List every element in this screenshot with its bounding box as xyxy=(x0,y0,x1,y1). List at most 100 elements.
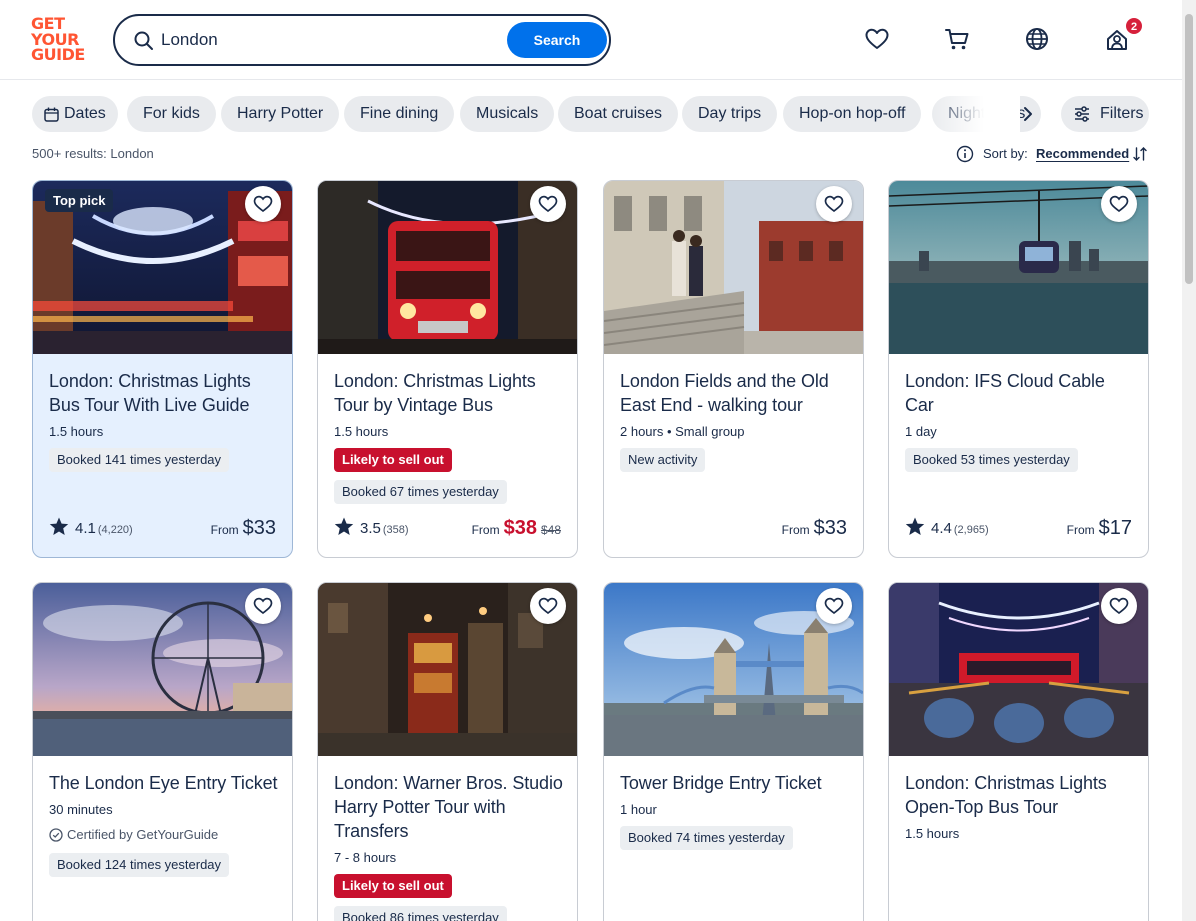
card-title[interactable]: The London Eye Entry Ticket xyxy=(49,771,279,795)
top-pick-badge: Top pick xyxy=(45,189,114,212)
chip-day-trips[interactable]: Day trips xyxy=(682,96,778,132)
chip-dates-label: Dates xyxy=(64,105,106,122)
notification-badge: 2 xyxy=(1125,17,1143,35)
new-activity-tag: New activity xyxy=(620,448,706,472)
card-body: London: Christmas Lights Open-Top Bus To… xyxy=(905,771,1135,841)
star-icon xyxy=(49,517,69,535)
scrollbar-thumb[interactable] xyxy=(1185,14,1193,284)
price-from: From xyxy=(781,523,810,537)
activity-card[interactable]: London: IFS Cloud Cable Car 1 day Booked… xyxy=(888,180,1149,558)
chip-boat-cruises[interactable]: Boat cruises xyxy=(558,96,679,132)
card-title[interactable]: London: Warner Bros. Studio Harry Potter… xyxy=(334,771,564,843)
chip-hop-on-hop-off[interactable]: Hop-on hop-off xyxy=(783,96,922,132)
getyourguide-logo[interactable]: GET YOUR GUIDE xyxy=(31,16,91,64)
card-title[interactable]: London: Christmas Lights Open-Top Bus To… xyxy=(905,771,1135,819)
review-count: (2,965) xyxy=(953,524,989,536)
booked-tag: Booked 67 times yesterday xyxy=(334,480,507,504)
search-icon xyxy=(134,31,153,50)
card-body: London: Christmas Lights Tour by Vintage… xyxy=(334,369,564,504)
card-price: From $33 xyxy=(782,515,847,541)
rating-value: 4.1 xyxy=(75,520,96,537)
card-title[interactable]: London: IFS Cloud Cable Car xyxy=(905,369,1135,417)
sliders-icon xyxy=(1075,106,1089,122)
activity-card[interactable]: Top pick London: Christmas Lights Bus To… xyxy=(32,180,293,558)
card-price: From $38 $48 xyxy=(472,515,561,541)
card-duration: 1 hour xyxy=(620,802,657,817)
booked-tag: Booked 124 times yesterday xyxy=(49,853,230,877)
review-count: (358) xyxy=(382,524,409,536)
chip-harry-potter[interactable]: Harry Potter xyxy=(221,96,340,132)
search-input[interactable] xyxy=(161,27,491,53)
card-title[interactable]: London Fields and the Old East End - wal… xyxy=(620,369,850,417)
scrollbar[interactable] xyxy=(1182,0,1196,921)
sort-value[interactable]: Recommended xyxy=(1036,146,1129,161)
price-original: $48 xyxy=(540,523,561,537)
card-body: London: Christmas Lights Bus Tour With L… xyxy=(49,369,279,472)
star-icon xyxy=(905,517,925,535)
cart-icon[interactable] xyxy=(943,25,971,53)
card-duration: 1.5 hours xyxy=(49,424,104,439)
booked-tag: Booked 86 times yesterday xyxy=(334,906,507,921)
activity-card[interactable]: Tower Bridge Entry Ticket 1 hour Booked … xyxy=(603,582,864,921)
card-body: Tower Bridge Entry Ticket 1 hour Booked … xyxy=(620,771,850,850)
wishlist-button[interactable] xyxy=(530,588,566,624)
activity-card[interactable]: London: Christmas Lights Tour by Vintage… xyxy=(317,180,578,558)
card-title[interactable]: London: Christmas Lights Bus Tour With L… xyxy=(49,369,279,417)
calendar-icon xyxy=(44,107,59,122)
globe-icon[interactable] xyxy=(1023,25,1051,53)
card-title[interactable]: Tower Bridge Entry Ticket xyxy=(620,771,850,795)
wishlist-button[interactable] xyxy=(816,588,852,624)
search-button[interactable]: Search xyxy=(507,22,607,58)
card-duration: 30 minutes xyxy=(49,802,113,817)
price-amount: $17 xyxy=(1098,517,1132,539)
booked-tag: Booked 53 times yesterday xyxy=(905,448,1078,472)
card-duration: 1 day xyxy=(905,424,937,439)
activity-card[interactable]: London: Christmas Lights Open-Top Bus To… xyxy=(888,582,1149,921)
activity-card[interactable]: The London Eye Entry Ticket 30 minutes C… xyxy=(32,582,293,921)
chevron-right-icon[interactable] xyxy=(1014,100,1042,128)
review-count: (4,220) xyxy=(97,524,133,536)
wishlist-button[interactable] xyxy=(530,186,566,222)
price-from: From xyxy=(1066,523,1095,537)
top-header: GET YOUR GUIDE Search 2 xyxy=(0,0,1182,80)
chip-for-kids[interactable]: For kids xyxy=(127,96,216,132)
search-bar[interactable]: Search xyxy=(113,14,611,66)
activity-card[interactable]: London Fields and the Old East End - wal… xyxy=(603,180,864,558)
price-amount: $33 xyxy=(242,517,276,539)
chip-fine-dining[interactable]: Fine dining xyxy=(344,96,455,132)
wishlist-button[interactable] xyxy=(245,588,281,624)
sort-arrows-icon[interactable] xyxy=(1132,145,1148,163)
chip-musicals[interactable]: Musicals xyxy=(460,96,555,132)
heart-icon xyxy=(538,195,558,213)
heart-icon[interactable] xyxy=(863,25,891,53)
card-title[interactable]: London: Christmas Lights Tour by Vintage… xyxy=(334,369,564,417)
card-price: From $17 xyxy=(1067,515,1132,541)
card-duration: 1.5 hours xyxy=(334,424,389,439)
card-body: The London Eye Entry Ticket 30 minutes C… xyxy=(49,771,279,877)
heart-icon xyxy=(824,195,844,213)
wishlist-button[interactable] xyxy=(1101,186,1137,222)
price-amount: $33 xyxy=(813,517,847,539)
card-rating: 4.4 (2,965) xyxy=(905,517,989,539)
info-icon[interactable] xyxy=(956,145,974,163)
card-duration: 1.5 hours xyxy=(905,826,960,841)
filters-button[interactable]: Filters xyxy=(1061,96,1149,132)
rating-value: 3.5 xyxy=(360,520,381,537)
certified-text: Certified by GetYourGuide xyxy=(67,827,219,842)
heart-icon xyxy=(538,597,558,615)
card-duration: 7 - 8 hours xyxy=(334,850,397,865)
sort-label: Sort by: xyxy=(983,146,1028,161)
heart-icon xyxy=(1109,195,1129,213)
heart-icon xyxy=(1109,597,1129,615)
heart-icon xyxy=(824,597,844,615)
activity-card[interactable]: London: Warner Bros. Studio Harry Potter… xyxy=(317,582,578,921)
price-from: From xyxy=(471,523,500,537)
rating-value: 4.4 xyxy=(931,520,952,537)
chip-dates[interactable]: Dates xyxy=(32,96,118,132)
wishlist-button[interactable] xyxy=(816,186,852,222)
wishlist-button[interactable] xyxy=(1101,588,1137,624)
card-body: London: IFS Cloud Cable Car 1 day Booked… xyxy=(905,369,1135,472)
sort-control[interactable]: Sort by: Recommended xyxy=(956,145,1150,163)
urgency-tag: Likely to sell out xyxy=(334,874,452,898)
wishlist-button[interactable] xyxy=(245,186,281,222)
